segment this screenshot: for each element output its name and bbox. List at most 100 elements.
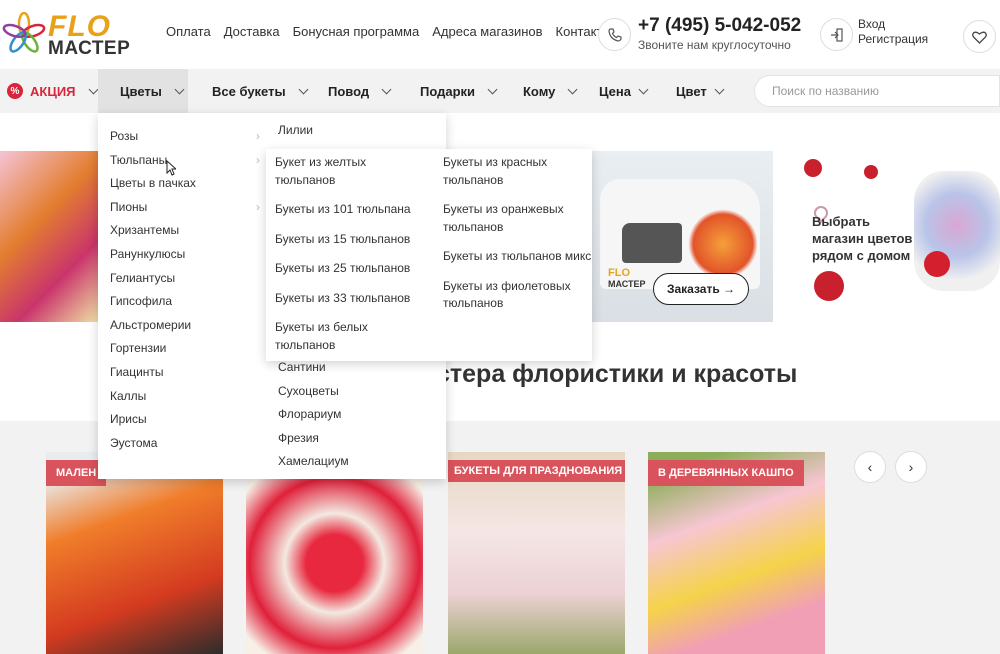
submenu-item[interactable]: Букеты из белых тюльпанов [275, 319, 425, 354]
van-logo-bottom: МАСТЕР [608, 279, 646, 289]
carousel-prev-button[interactable]: ‹ [854, 451, 886, 483]
nav-label: Подарки [420, 83, 476, 99]
phone-caption: Звоните нам круглосуточно [638, 38, 791, 52]
menu-item-calla[interactable]: Каллы [110, 385, 260, 409]
van-flowers [688, 209, 758, 279]
nav-label: Все букеты [212, 83, 286, 99]
logo-text-bottom: МАСТЕР [48, 38, 131, 59]
tulips-submenu: Букет из желтых тюльпанов Букеты из 101 … [266, 149, 592, 361]
submenu-item[interactable]: Букеты из 25 тюльпанов [275, 260, 425, 278]
chevron-down-icon [174, 84, 185, 94]
nav-label: Цена [599, 83, 631, 99]
flower-decoration [924, 251, 950, 277]
percent-icon: % [7, 83, 23, 99]
menu-item-helianthus[interactable]: Гелиантусы [110, 267, 260, 291]
menu-item-peonies[interactable]: Пионы [110, 196, 260, 220]
nav-item-price[interactable]: Цена [599, 69, 649, 113]
submenu-item[interactable]: Букет из желтых тюльпанов [275, 154, 425, 189]
login-link[interactable]: Вход [858, 17, 928, 32]
berry-decoration [864, 165, 878, 179]
nav-label: Повод [328, 83, 370, 99]
promo-banner-delivery[interactable]: FLO МАСТЕР Заказать → [590, 151, 773, 322]
phone-block[interactable]: +7 (495) 5-042-052 Звоните нам круглосут… [598, 14, 808, 54]
submenu-item[interactable]: Букеты из фиолетовых тюльпанов [443, 278, 593, 313]
stores-banner-text: Выбрать магазин цветов рядом с домом [812, 214, 913, 263]
product-card[interactable]: В ДЕРЕВЯННЫХ КАШПО [648, 452, 825, 654]
login-icon[interactable] [820, 18, 853, 51]
submenu-item[interactable]: Букеты из 15 тюльпанов [275, 231, 425, 249]
submenu-item[interactable]: Букеты из 33 тюльпанов [275, 290, 425, 308]
mouse-cursor-icon [166, 160, 176, 176]
register-link[interactable]: Регистрация [858, 32, 928, 47]
flower-category-list-3: Сантини Сухоцветы Флорариум Фрезия Хамел… [278, 356, 349, 474]
flower-category-list: Розы Тюльпаны Цветы в пачках Пионы Хриза… [110, 125, 260, 455]
carousel-next-button[interactable]: › [895, 451, 927, 483]
nav-label: Цвет [676, 83, 707, 99]
chevron-down-icon [381, 84, 392, 94]
nav-label: Кому [523, 83, 556, 99]
menu-item-hydrangea[interactable]: Гортензии [110, 337, 260, 361]
nav-item-all-bouquets[interactable]: Все букеты [212, 69, 309, 113]
van-logo-top: FLO [608, 267, 630, 279]
menu-item-packs[interactable]: Цветы в пачках [110, 172, 260, 196]
chevron-down-icon [487, 84, 498, 94]
search-input[interactable]: Поиск по названию [754, 75, 1000, 107]
top-nav: Оплата Доставка Бонусная программа Адрес… [166, 24, 612, 39]
menu-item-dried-flowers[interactable]: Сухоцветы [278, 380, 349, 404]
menu-item-freesia[interactable]: Фрезия [278, 427, 349, 451]
login-links: Вход Регистрация [858, 17, 928, 47]
tulips-submenu-col2: Букеты из красных тюльпанов Букеты из ор… [443, 154, 593, 325]
main-nav: % АКЦИЯ Цветы Все букеты Повод Подарки К… [0, 69, 1000, 113]
menu-item-gypsophila[interactable]: Гипсофила [110, 290, 260, 314]
promo-banner-flowers[interactable] [0, 151, 98, 322]
nav-label: АКЦИЯ [30, 83, 76, 99]
menu-item-tulips[interactable]: Тюльпаны [110, 149, 260, 173]
flower-decoration [814, 271, 844, 301]
nav-label: Цветы [120, 83, 162, 99]
menu-item-iris[interactable]: Ирисы [110, 408, 260, 432]
menu-item-eustoma[interactable]: Эустома [110, 432, 260, 456]
heart-icon[interactable] [963, 20, 996, 53]
submenu-item[interactable]: Букеты из тюльпанов микс [443, 248, 593, 266]
order-button[interactable]: Заказать → [653, 273, 749, 305]
phone-number[interactable]: +7 (495) 5-042-052 [638, 15, 801, 37]
nav-item-recipient[interactable]: Кому [523, 69, 578, 113]
submenu-item[interactable]: Букеты из красных тюльпанов [443, 154, 593, 189]
product-card[interactable] [246, 452, 423, 654]
top-link-payment[interactable]: Оплата [166, 24, 211, 39]
top-link-bonus[interactable]: Бонусная программа [293, 24, 420, 39]
nav-item-color[interactable]: Цвет [676, 69, 725, 113]
site-logo[interactable]: FLO МАСТЕР [2, 8, 142, 60]
van-window [622, 223, 682, 263]
flower-logo-icon [2, 12, 46, 53]
submenu-item[interactable]: Букеты из 101 тюльпана [275, 201, 425, 219]
card-tag: БУКЕТЫ ДЛЯ ПРАЗДНОВАНИЯ ЛЮБОГО ПОВОДА [448, 460, 625, 482]
chevron-down-icon [567, 84, 578, 94]
nav-item-flowers[interactable]: Цветы [98, 69, 188, 113]
menu-item-chamelaucium[interactable]: Хамелациум [278, 450, 349, 474]
menu-item-hyacinth[interactable]: Гиацинты [110, 361, 260, 385]
top-link-stores[interactable]: Адреса магазинов [432, 24, 542, 39]
nav-item-sale[interactable]: % АКЦИЯ [7, 69, 98, 113]
submenu-item[interactable]: Букеты из оранжевых тюльпанов [443, 201, 593, 236]
product-card[interactable]: БУКЕТЫ ДЛЯ ПРАЗДНОВАНИЯ ЛЮБОГО ПОВОДА [448, 452, 625, 654]
nav-item-occasion[interactable]: Повод [328, 69, 392, 113]
flower-decoration [804, 159, 822, 177]
nav-item-gifts[interactable]: Подарки [420, 69, 498, 113]
menu-item-ranunculus[interactable]: Ранункулюсы [110, 243, 260, 267]
flower-category-list-2: Лилии [278, 119, 313, 141]
chevron-down-icon [714, 84, 725, 94]
phone-icon[interactable] [598, 18, 631, 51]
menu-item-alstroemeria[interactable]: Альстромерии [110, 314, 260, 338]
menu-item-chrysanthemums[interactable]: Хризантемы [110, 219, 260, 243]
tulips-submenu-col1: Букет из желтых тюльпанов Букеты из 101 … [275, 154, 425, 366]
login-block[interactable]: Вход Регистрация [820, 14, 950, 54]
menu-item-lilies[interactable]: Лилии [278, 119, 313, 141]
top-link-delivery[interactable]: Доставка [224, 24, 280, 39]
product-card[interactable]: МАЛЕН [46, 452, 223, 654]
menu-item-roses[interactable]: Розы [110, 125, 260, 149]
promo-banner-stores[interactable]: Выбрать магазин цветов рядом с домом [794, 151, 1000, 322]
site-header: FLO МАСТЕР Оплата Доставка Бонусная прог… [0, 0, 1000, 69]
menu-item-florarium[interactable]: Флорариум [278, 403, 349, 427]
chevron-down-icon [88, 84, 98, 94]
